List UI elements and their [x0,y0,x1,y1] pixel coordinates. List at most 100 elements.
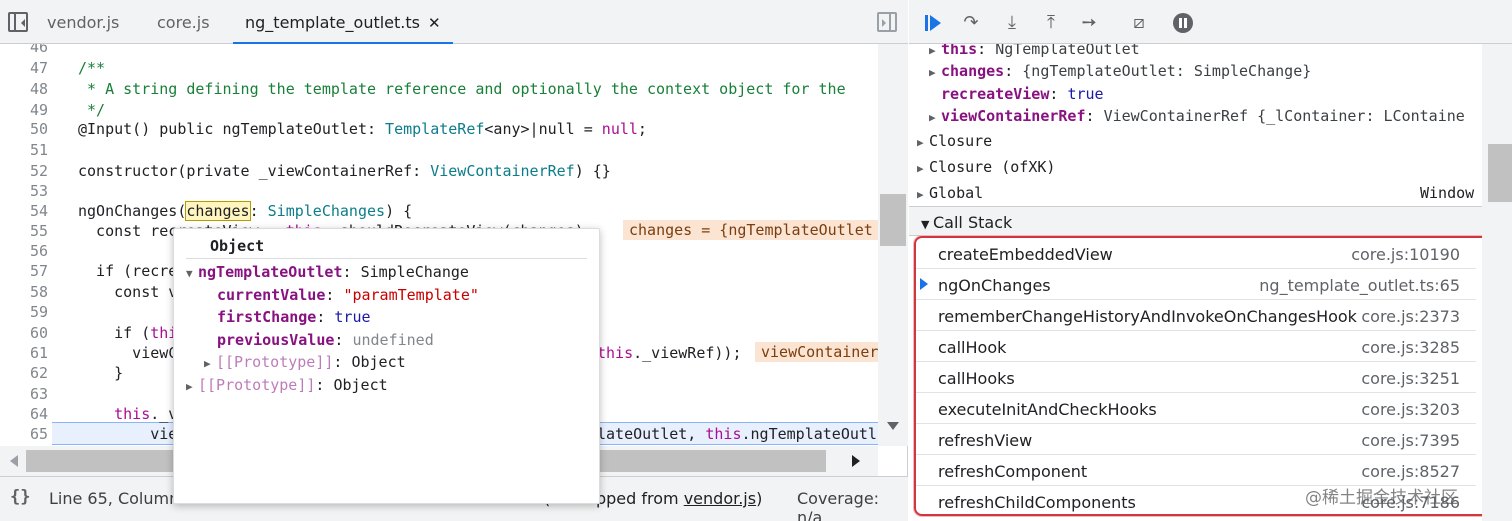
line-number[interactable]: 56 [0,242,48,260]
tab-label: core.js [157,13,210,32]
collapsed-triangle-icon[interactable]: ▶ [186,380,198,393]
scrollbar-thumb[interactable] [1488,144,1512,202]
prop-key: firstChange [217,308,317,326]
scope-var-changes[interactable]: ▶ changes: {ngTemplateOutlet: SimpleChang… [929,62,1311,80]
frame-function: callHook [938,338,1007,357]
call-frame[interactable]: rememberChangeHistoryAndInvokeOnChangesH… [916,300,1476,331]
line-number[interactable]: 59 [0,303,48,321]
frame-location[interactable]: core.js:3285 [1361,338,1460,357]
scope-closure-ofxk[interactable]: ▶ Closure (ofXK) [917,158,1055,176]
line-number[interactable]: 60 [0,324,48,342]
code-line: } [78,364,124,382]
frame-location[interactable]: core.js:3203 [1361,400,1460,419]
mapped-source-link[interactable]: vendor.js [684,489,756,508]
line-number[interactable]: 49 [0,101,48,119]
scroll-right-icon[interactable] [852,455,866,467]
scope-global[interactable]: ▶ Global [917,184,983,202]
line-number[interactable]: 50 [0,120,48,138]
prop-ngTemplateOutlet[interactable]: ▼ ngTemplateOutlet: SimpleChange [186,263,469,281]
collapsed-triangle-icon[interactable]: ▶ [917,162,929,175]
editor-vertical-scrollbar[interactable] [878,44,908,446]
step-into-icon[interactable]: ⤓ [1000,12,1024,34]
line-number[interactable]: 64 [0,405,48,423]
code-line: const v [78,283,178,301]
line-number[interactable]: 57 [0,262,48,280]
deactivate-breakpoints-icon[interactable]: ⧄ [1127,12,1151,34]
call-stack-list: createEmbeddedView core.js:10190 ngOnChan… [914,236,1497,516]
call-frame[interactable]: createEmbeddedView core.js:10190 [916,238,1476,269]
prop-value: Object [351,353,406,371]
code-token: SimpleChanges [267,202,386,220]
collapsed-triangle-icon[interactable]: ▶ [929,111,941,124]
prop-prototype-outer[interactable]: ▶ [[Prototype]]: Object [186,376,388,394]
code-token: ) {} [574,162,611,180]
close-tab-icon[interactable]: ✕ [428,14,441,32]
line-number[interactable]: 48 [0,80,48,98]
scope-panel: ▶ this: NgTemplateOutlet ▶ changes: {ngTem… [909,44,1482,206]
call-frame[interactable]: callHooks core.js:3251 [916,362,1476,393]
frame-location[interactable]: core.js:7395 [1361,431,1460,450]
pause-on-exceptions-icon[interactable] [1171,12,1195,34]
call-frame[interactable]: callHook core.js:3285 [916,331,1476,362]
frame-location[interactable]: core.js:8527 [1361,462,1460,481]
sidebar-vertical-scrollbar[interactable] [1482,44,1512,521]
scrollbar-thumb[interactable] [880,194,906,246]
code-line: /** [78,59,106,77]
scroll-left-icon[interactable] [4,455,18,467]
line-number[interactable]: 62 [0,364,48,382]
call-stack-header[interactable]: ▼ Call Stack [909,206,1482,236]
line-number[interactable]: 54 [0,202,48,220]
call-frame[interactable]: executeInitAndCheckHooks core.js:3203 [916,393,1476,424]
code-token: ; [637,120,647,138]
call-frame-current[interactable]: ngOnChanges ng_template_outlet.ts:65 [916,269,1476,300]
frame-location[interactable]: core.js:2373 [1361,307,1460,326]
collapsed-triangle-icon[interactable]: ▶ [917,136,929,149]
frame-location[interactable]: core.js:10190 [1351,245,1460,264]
line-number[interactable]: 52 [0,162,48,180]
code-token: ViewContainerRef [430,162,575,180]
var-key: recreateView [941,85,1050,103]
expanded-triangle-icon[interactable]: ▼ [186,267,198,280]
tab-label: vendor.js [47,13,120,32]
frame-location[interactable]: core.js:3251 [1361,369,1460,388]
line-number[interactable]: 47 [0,59,48,77]
tab-ng-template-outlet[interactable]: ng_template_outlet.ts ✕ [233,0,453,44]
step-icon[interactable]: ➙ [1077,12,1101,34]
var-value: NgTemplateOutlet [995,44,1140,58]
collapsed-triangle-icon[interactable]: ▶ [204,357,216,370]
frame-location[interactable]: ng_template_outlet.ts:65 [1259,276,1460,295]
resume-icon[interactable] [921,12,945,34]
line-number[interactable]: 55 [0,222,48,240]
code-token: this [114,405,151,423]
prop-previousValue: previousValue: undefined [217,331,434,349]
prop-prototype-inner[interactable]: ▶ [[Prototype]]: Object [204,353,406,371]
call-frame[interactable]: refreshComponent core.js:8527 [916,455,1476,486]
scroll-down-icon[interactable] [887,422,899,436]
line-number[interactable]: 58 [0,283,48,301]
hovered-token[interactable]: changes [185,201,251,221]
tab-core-js[interactable]: core.js [157,0,210,44]
code-line: ngOnChanges(changes: SimpleChanges) { [78,201,412,221]
toggle-navigator-icon[interactable] [8,12,28,32]
code-line: constructor(private _viewContainerRef: V… [78,162,611,180]
line-number[interactable]: 63 [0,385,48,403]
line-number[interactable]: 53 [0,182,48,200]
object-preview-popover: Object ▼ ngTemplateOutlet: SimpleChange c… [173,228,600,504]
line-number[interactable]: 65 [0,425,48,443]
line-number[interactable]: 46 [0,44,48,56]
step-out-icon[interactable]: ⤒ [1039,12,1063,34]
line-number[interactable]: 51 [0,141,48,159]
code-line: @Input() public ngTemplateOutlet: Templa… [78,120,647,138]
tab-vendor-js[interactable]: vendor.js [47,0,119,44]
collapsed-triangle-icon[interactable]: ▶ [929,44,941,57]
collapsed-triangle-icon[interactable]: ▶ [917,188,929,201]
call-frame[interactable]: refreshView core.js:7395 [916,424,1476,455]
scope-var-viewContainerRef[interactable]: ▶ viewContainerRef: ViewContainerRef {_lC… [929,107,1465,125]
scope-var-this[interactable]: ▶ this: NgTemplateOutlet [929,44,1140,58]
collapsed-triangle-icon[interactable]: ▶ [929,66,941,79]
step-over-icon[interactable]: ↷ [959,12,983,34]
scope-closure[interactable]: ▶ Closure [917,132,992,150]
toggle-debugger-icon[interactable] [877,12,897,32]
line-number[interactable]: 61 [0,344,48,362]
pretty-print-icon[interactable]: {} [10,487,30,507]
